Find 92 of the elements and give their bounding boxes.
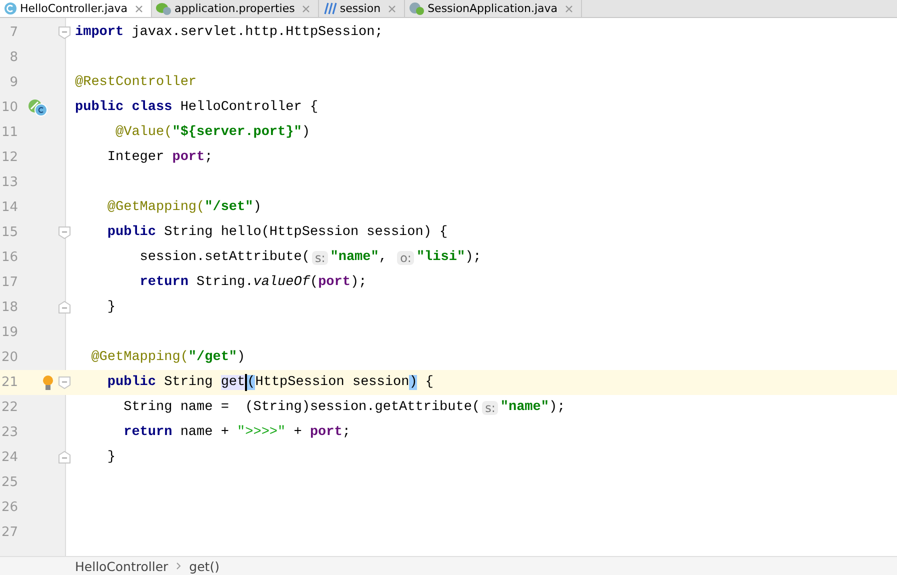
code-token: port — [310, 425, 342, 440]
line-number: 18 — [0, 300, 18, 315]
code-token: port — [172, 150, 205, 165]
fold-icon[interactable] — [58, 226, 71, 239]
line-number: 22 — [0, 400, 18, 415]
line-number: 27 — [0, 525, 18, 540]
fold-icon[interactable] — [58, 26, 71, 39]
code-token: "lisi" — [416, 250, 466, 265]
breadcrumb[interactable]: HelloController — [75, 558, 168, 574]
line-number: 13 — [0, 175, 18, 190]
line-number: 7 — [8, 25, 18, 40]
code-token: String name = (String)session.getAttribute( — [122, 400, 480, 415]
code-token: @GetMapping( — [106, 200, 205, 215]
line-number: 19 — [0, 325, 18, 340]
close-icon[interactable] — [564, 4, 573, 12]
code-token: ) — [302, 125, 310, 140]
fold-icon[interactable] — [58, 301, 71, 314]
code-token: @GetMapping( — [90, 350, 188, 365]
code-token: Integer — [106, 150, 166, 165]
code-token: + — [292, 425, 303, 440]
code-token: String. — [196, 275, 254, 290]
line-number: 21 — [0, 375, 18, 390]
line-number: 9 — [8, 75, 18, 90]
code-token: } — [106, 300, 116, 315]
breadcrumb[interactable]: get() — [189, 558, 220, 574]
code-token: HelloController { — [179, 100, 318, 115]
code-token: ) — [253, 200, 262, 215]
code-token: ( — [247, 375, 256, 390]
code-token: "name" — [330, 250, 379, 265]
code-token: public — [106, 225, 156, 240]
close-icon[interactable] — [134, 4, 143, 12]
parameter-hint: s: — [482, 400, 498, 414]
parameter-hint: s: — [312, 250, 328, 264]
code-token: HttpSession session — [255, 375, 410, 390]
code-token: import — [75, 25, 124, 40]
close-icon[interactable] — [302, 4, 310, 12]
slashes-icon — [322, 2, 337, 15]
line-number: 23 — [0, 425, 18, 440]
code-token: @RestController — [75, 75, 197, 90]
line-number: 20 — [0, 350, 18, 365]
code-token: ( — [310, 275, 318, 290]
code-token: valueOf — [253, 275, 310, 290]
code-token: port — [318, 275, 350, 290]
class-icon — [4, 2, 17, 15]
line-number: 25 — [0, 475, 18, 490]
line-number: 8 — [8, 50, 18, 65]
code-token: String — [163, 375, 214, 390]
line-number: 16 — [0, 250, 18, 265]
code-token: name + — [179, 425, 230, 440]
code-token: } — [106, 450, 116, 465]
line-number: 10 — [0, 100, 18, 115]
code-token: , — [378, 250, 388, 265]
code-token: public — [106, 375, 156, 390]
line-number: 26 — [0, 500, 18, 515]
code-token: ">>>>" — [237, 425, 286, 440]
code-token: ); — [548, 400, 566, 415]
line-number: 15 — [0, 225, 18, 240]
code-token: "name" — [500, 400, 549, 415]
code-token: "/set" — [204, 200, 254, 215]
code-token: javax.servlet.http.HttpSession; — [130, 25, 383, 40]
code-token: public class — [75, 100, 172, 115]
code-token: return — [138, 275, 188, 290]
editor-tab[interactable]: HelloController.java — [0, 0, 152, 17]
code-token: ) — [237, 350, 246, 365]
code-token: ); — [350, 275, 367, 290]
line-number: 11 — [0, 125, 18, 140]
parameter-hint: o: — [397, 250, 414, 264]
line-number: 17 — [0, 275, 18, 290]
code-token: ) — [409, 375, 418, 390]
editor-tab[interactable]: application.properties — [152, 0, 319, 17]
code-token: ); — [465, 250, 482, 265]
close-icon[interactable] — [388, 4, 396, 12]
code-token: String hello(HttpSession session) { — [163, 225, 448, 240]
line-number: 14 — [0, 200, 18, 215]
fold-icon[interactable] — [58, 376, 71, 389]
line-number: 12 — [0, 150, 18, 165]
code-token: "${server.port}" — [172, 125, 302, 140]
lightbulb-icon[interactable] — [42, 374, 54, 390]
chevron-icon — [176, 562, 182, 570]
bean-icon[interactable] — [28, 98, 48, 116]
code-token: get — [220, 375, 246, 390]
code-token: "/get" — [188, 350, 238, 365]
code-token: ; — [342, 425, 350, 440]
line-number: 24 — [0, 450, 18, 465]
code-token: ; — [204, 150, 213, 165]
fold-icon[interactable] — [58, 451, 71, 464]
code-token: @Value( — [114, 125, 172, 140]
code-token: { — [424, 375, 434, 390]
code-token: return — [122, 425, 172, 440]
leaf-icon — [156, 2, 172, 15]
editor-tab[interactable]: SessionApplication.java — [404, 0, 582, 17]
code-token: session.setAttribute( — [138, 250, 310, 265]
